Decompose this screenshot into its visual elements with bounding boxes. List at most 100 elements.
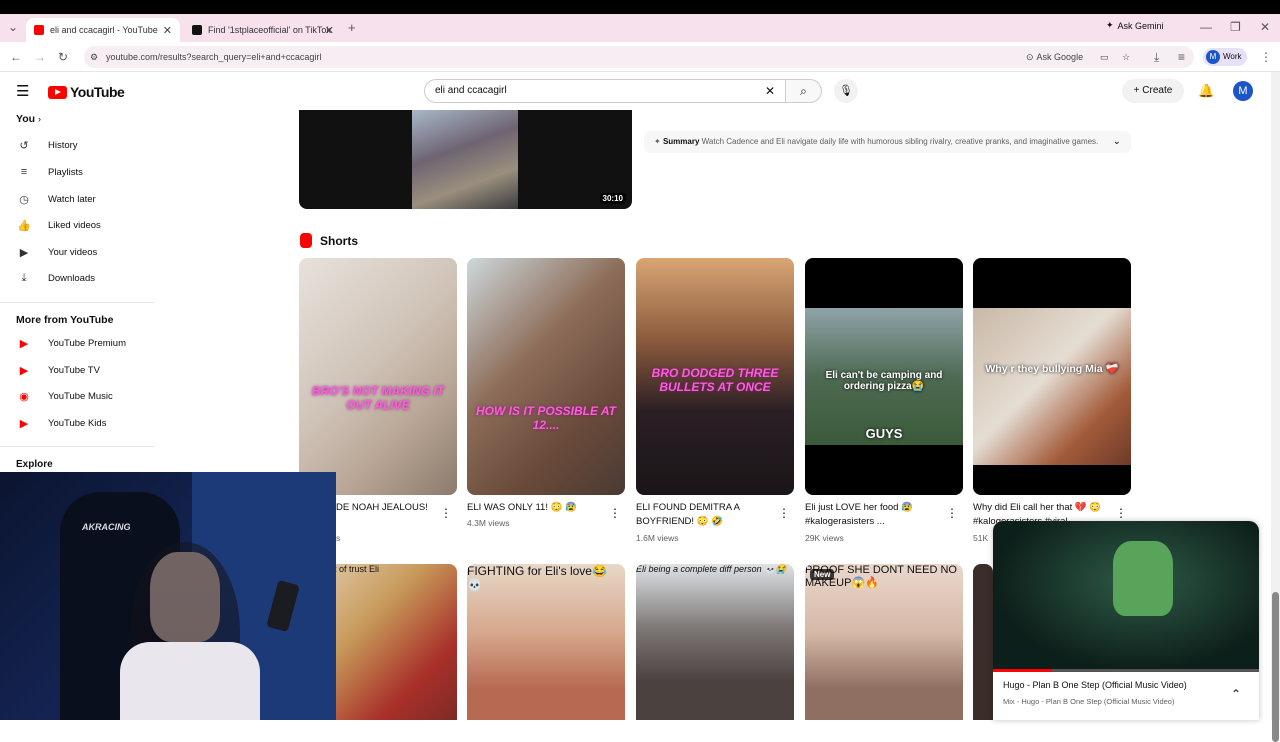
short-title[interactable]: DE NOAH JEALOUS! [336, 501, 476, 515]
clear-search-icon[interactable]: ✕ [765, 80, 775, 102]
browser-menu-icon[interactable]: ⋮ [1260, 50, 1272, 64]
clock-icon: ◷ [19, 193, 29, 206]
video-summary-bar[interactable]: ✦ Summary Watch Cadence and Eli navigate… [644, 131, 1131, 153]
page-scrollbar[interactable] [1271, 72, 1280, 742]
expand-chevron-icon[interactable]: ⌃ [1231, 687, 1241, 701]
forward-icon[interactable]: → [34, 50, 46, 64]
profile-label: Work [1223, 52, 1242, 61]
sidebar-item-playlists[interactable]: ≡ Playlists [16, 162, 83, 182]
short-title[interactable]: ELI FOUND DEMITRA A BOYFRIEND! 😳 🤣 [636, 501, 776, 529]
sidebar-divider [0, 302, 154, 303]
sidebar-item-watch-later[interactable]: ◷ Watch later [16, 189, 96, 209]
reload-icon[interactable]: ↻ [58, 50, 68, 64]
youtube-logo[interactable]: YouTube [48, 84, 125, 100]
playlists-icon: ≡ [20, 166, 28, 178]
ask-google-label: Ask Google [1036, 52, 1084, 62]
miniplayer-title[interactable]: Hugo - Plan B One Step (Official Music V… [1003, 680, 1187, 690]
new-tab-icon[interactable]: + [348, 20, 356, 35]
short-views: 4.3M views [467, 518, 510, 528]
hamburger-menu-icon[interactable]: ☰ [16, 82, 29, 100]
more-options-icon[interactable]: ⋮ [778, 506, 790, 520]
sidebar-item-youtube-premium[interactable]: ▶ YouTube Premium [16, 333, 126, 353]
chevron-right-icon: › [37, 114, 41, 124]
tab-tiktok[interactable]: Find '1stplaceofficial' on TikTok ✕ [184, 18, 342, 42]
miniplayer[interactable]: Hugo - Plan B One Step (Official Music V… [993, 521, 1259, 720]
youtube-tv-icon: ▶ [19, 364, 29, 377]
more-options-icon[interactable]: ⋮ [946, 506, 958, 520]
sidebar-item-youtube-tv[interactable]: ▶ YouTube TV [16, 360, 100, 380]
more-options-icon[interactable]: ⋮ [609, 506, 621, 520]
tab-youtube[interactable]: eli and ccacagirl - YouTube ✕ [26, 18, 180, 42]
short-thumbnail[interactable]: New PROOF SHE DONT NEED NO MAKEUP😱🔥 [805, 564, 963, 720]
sidebar-item-label: Playlists [48, 166, 83, 178]
site-info-icon[interactable]: ⚙ [90, 46, 98, 68]
ask-gemini-button[interactable]: ✦ Ask Gemini [1106, 20, 1164, 31]
youtube-play-icon [48, 85, 67, 99]
minimize-icon[interactable]: — [1200, 20, 1212, 34]
short-title[interactable]: ELI WAS ONLY 11! 😳 😰 [467, 501, 607, 515]
short-thumbnail[interactable] [973, 564, 993, 720]
short-thumbnail[interactable]: Why r they bullying Mia ❤️‍🩹 [973, 258, 1131, 495]
miniplayer-progress-bar[interactable] [993, 669, 1259, 672]
cast-icon[interactable]: ▭ [1100, 46, 1109, 68]
account-avatar[interactable]: M [1233, 81, 1253, 101]
sparkle-icon: ✦ [654, 137, 661, 146]
short-views: 29K views [805, 533, 844, 543]
sidebar-item-history[interactable]: ↺ History [16, 135, 77, 155]
download-icon[interactable]: ⤓ [1154, 50, 1159, 65]
restore-icon[interactable]: ❐ [1230, 20, 1241, 34]
voice-search-button[interactable]: 🎙 [834, 79, 858, 103]
video-thumbnail[interactable]: 30:10 [299, 110, 632, 209]
sidebar-item-youtube-kids[interactable]: ▶ YouTube Kids [16, 413, 107, 433]
create-button[interactable]: + Create [1122, 79, 1184, 103]
short-image [973, 308, 1131, 465]
progress-fill [993, 669, 1052, 672]
shorts-icon [300, 233, 312, 248]
search-input[interactable]: eli and ccacagirl ✕ [424, 79, 786, 103]
sidebar-item-downloads[interactable]: ⤓ Downloads [16, 268, 95, 288]
more-options-icon[interactable]: ⋮ [440, 506, 452, 520]
short-title[interactable]: Eli just LOVE her food 😰 #kalogerasister… [805, 501, 945, 529]
video-duration-badge: 30:10 [599, 193, 626, 204]
person-torso [120, 642, 260, 720]
miniplayer-video[interactable] [993, 521, 1259, 671]
close-icon[interactable]: ✕ [163, 24, 172, 37]
profile-avatar: M [1206, 50, 1220, 64]
reading-list-icon[interactable]: ≡ [1178, 50, 1185, 64]
short-thumbnail[interactable]: HOW IS IT POSSIBLE AT 12.... [467, 258, 625, 495]
sidebar-item-label: YouTube TV [48, 364, 100, 376]
short-caption: Eli can't be camping and ordering pizza😭 [825, 370, 943, 392]
sidebar-you-link[interactable]: You › [16, 113, 41, 125]
short-caption: Why r they bullying Mia ❤️‍🩹 [985, 363, 1119, 375]
short-thumbnail[interactable]: BRO DODGED THREE BULLETS AT ONCE [636, 258, 794, 495]
short-thumbnail[interactable]: Eli can't be camping and ordering pizza😭… [805, 258, 963, 495]
window-close-icon[interactable]: ✕ [1260, 20, 1270, 34]
bookmark-star-icon[interactable]: ☆ [1122, 46, 1130, 68]
ask-google-button[interactable]: ⊙ Ask Google [1026, 46, 1083, 68]
search-button[interactable]: ⌕ [786, 79, 822, 103]
short-thumbnail[interactable]: FIGHTING for Eli's love😂 💀 [467, 564, 625, 720]
notifications-bell-icon[interactable]: 🔔 [1198, 83, 1214, 99]
lens-icon: ⊙ [1026, 52, 1034, 62]
youtube-kids-icon: ▶ [19, 417, 29, 430]
back-icon[interactable]: ← [10, 50, 22, 64]
youtube-wordmark: YouTube [70, 84, 125, 100]
shorts-heading-label: Shorts [320, 233, 359, 248]
chevron-down-icon[interactable]: ⌄ [1113, 131, 1121, 153]
browser-tab-bar: ⌄ eli and ccacagirl - YouTube ✕ Find '1s… [0, 14, 1280, 42]
url-field[interactable]: ⚙ youtube.com/results?search_query=eli+a… [84, 46, 1194, 68]
window-top-bar [0, 0, 1280, 14]
sidebar-item-youtube-music[interactable]: ◉ YouTube Music [16, 386, 113, 406]
sidebar-item-liked-videos[interactable]: 👍 Liked videos [16, 215, 101, 235]
close-icon[interactable]: ✕ [325, 24, 334, 37]
sidebar-item-your-videos[interactable]: ▶ Your videos [16, 242, 98, 262]
short-caption: GUYS [865, 426, 903, 441]
summary-label: Summary [662, 137, 700, 146]
search-icon: ⌕ [800, 84, 807, 98]
tab-search-icon[interactable]: ⌄ [8, 20, 18, 34]
more-options-icon[interactable]: ⋮ [1115, 506, 1127, 520]
short-thumbnail[interactable]: Eli being a complete diff person 💀😭 [636, 564, 794, 720]
profile-chip[interactable]: M Work [1203, 48, 1247, 66]
tab-label: eli and ccacagirl - YouTube [50, 25, 158, 35]
short-thumbnail[interactable]: BRO'S NOT MAKING IT OUT ALIVE [299, 258, 457, 495]
